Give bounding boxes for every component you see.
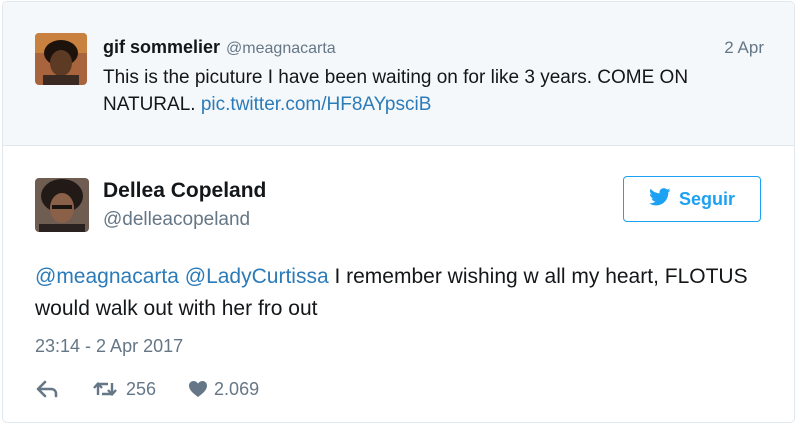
parent-author-name[interactable]: gif sommelier [103,37,220,57]
mention-ladycurtissa[interactable]: @LadyCurtissa [185,265,329,288]
main-author-handle[interactable]: @delleacopeland [103,209,250,231]
tweet-timestamp[interactable]: 23:14 - 2 Apr 2017 [35,336,183,357]
tweet-actions: 256 2.069 [35,374,259,404]
parent-tweet-date[interactable]: 2 Apr [724,38,764,58]
tweet-embed-card: gif sommelier @meagnacarta 2 Apr This is … [2,1,795,423]
parent-author-handle[interactable]: @meagnacarta [226,40,336,57]
main-author-avatar[interactable] [35,178,89,232]
mention-meagnacarta[interactable]: @meagnacarta [35,265,179,288]
parent-author-avatar[interactable] [35,33,87,85]
main-tweet-text: @meagnacarta @LadyCurtissa I remember wi… [35,261,775,325]
reply-button[interactable] [35,380,59,398]
main-author-name[interactable]: Dellea Copeland [103,179,266,203]
follow-button-label: Seguir [678,188,735,209]
reply-icon [35,380,59,398]
parent-tweet[interactable]: gif sommelier @meagnacarta 2 Apr This is … [3,2,794,146]
retweet-button[interactable]: 256 [91,379,156,400]
twitter-bird-icon [649,187,671,211]
like-button[interactable]: 2.069 [188,379,259,400]
retweet-icon [91,380,119,398]
parent-tweet-pic-link[interactable]: pic.twitter.com/HF8AYpsciB [201,94,432,115]
retweet-count: 256 [126,378,157,399]
parent-tweet-text: This is the picuture I have been waiting… [103,64,773,118]
follow-button[interactable]: Seguir [623,176,761,222]
like-count: 2.069 [214,378,260,399]
parent-tweet-header: gif sommelier @meagnacarta 2 Apr [103,37,764,61]
heart-icon [188,380,208,398]
